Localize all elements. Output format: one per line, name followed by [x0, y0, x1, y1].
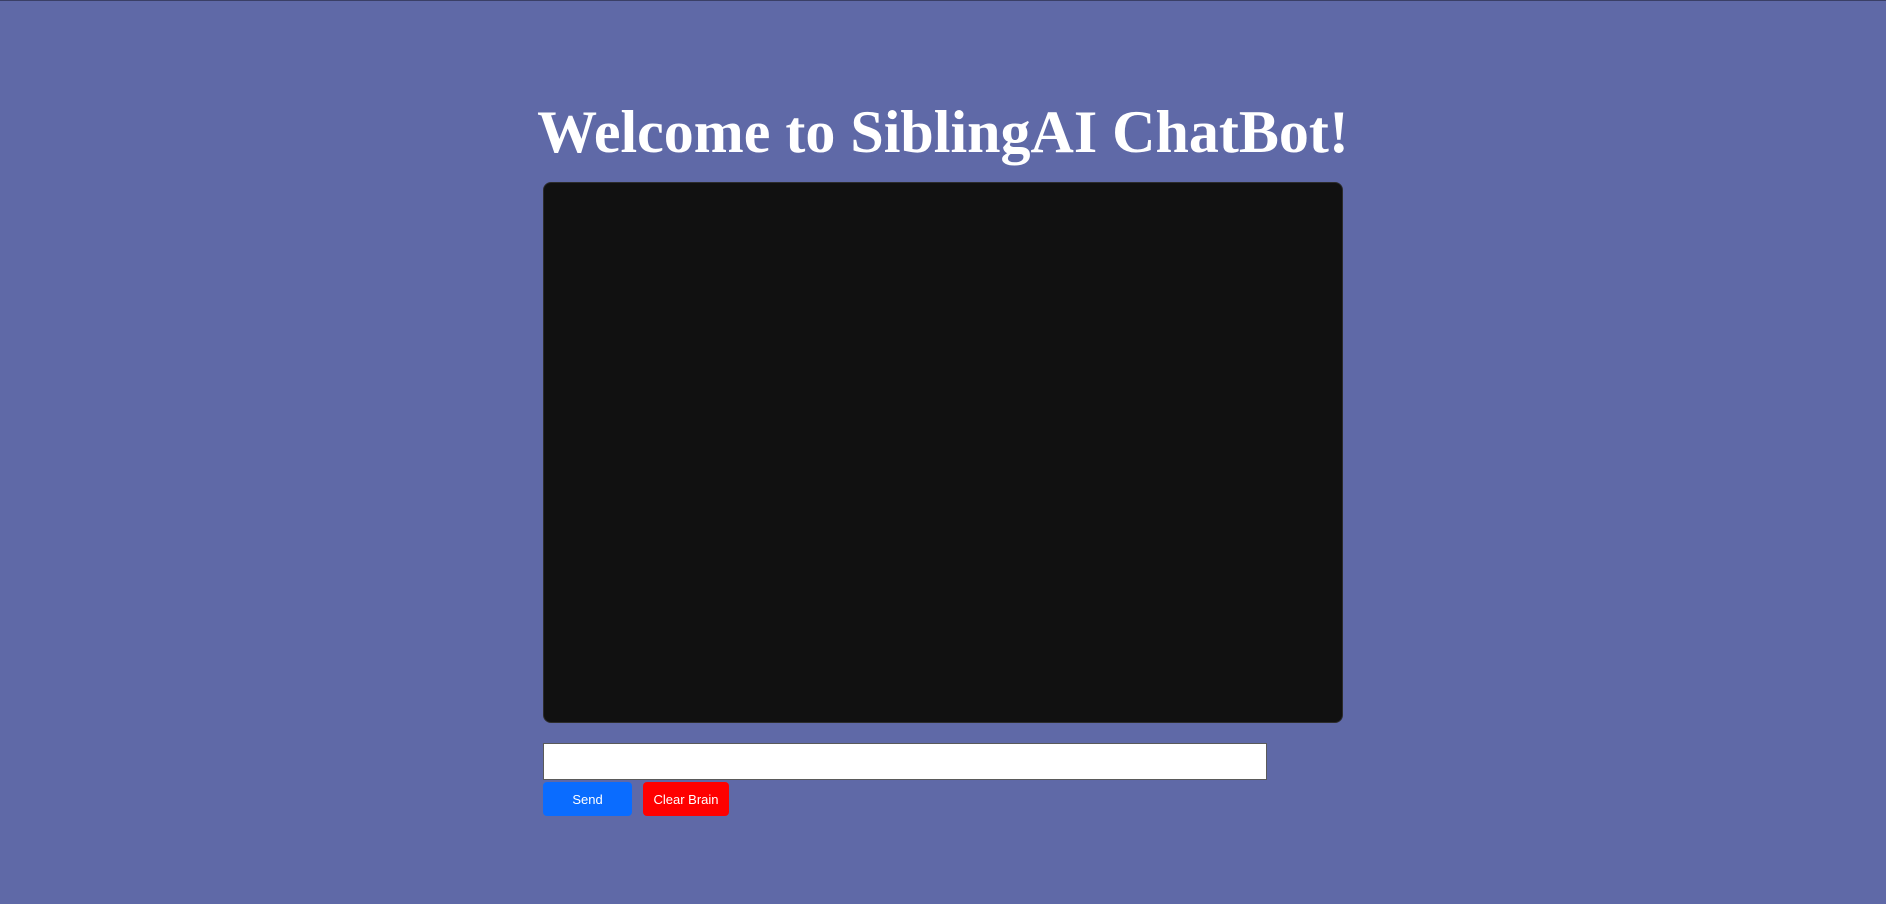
message-input[interactable]: [543, 743, 1267, 780]
chat-window[interactable]: [543, 182, 1343, 723]
send-button[interactable]: Send: [543, 782, 632, 816]
clear-brain-button[interactable]: Clear Brain: [643, 782, 729, 816]
page-title: Welcome to SiblingAI ChatBot!: [537, 99, 1349, 165]
